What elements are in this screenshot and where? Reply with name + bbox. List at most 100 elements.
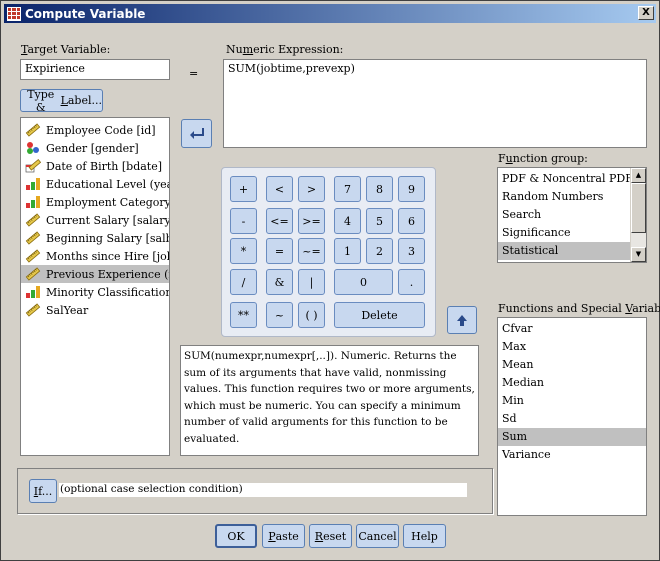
variable-label: SalYear (46, 303, 89, 317)
key-less-equal[interactable]: <= (266, 208, 293, 234)
variable-label: Employment Category [... (46, 195, 170, 209)
variable-item[interactable]: Educational Level (year... (21, 175, 169, 193)
key-two[interactable]: 2 (366, 238, 393, 264)
function-item[interactable]: Max (498, 338, 646, 356)
function-group-item[interactable]: String (498, 260, 630, 262)
ordinal-bar-icon (25, 285, 41, 299)
function-item[interactable]: Sd (498, 410, 646, 428)
scroll-down-arrow-icon[interactable]: ▼ (631, 247, 646, 262)
function-group-item[interactable]: Significance (498, 224, 630, 242)
title-bar: Compute Variable X (4, 4, 656, 23)
function-item[interactable]: Median (498, 374, 646, 392)
ruler-icon (25, 303, 41, 317)
paste-button[interactable]: Paste (262, 524, 305, 548)
ruler-icon (25, 213, 41, 227)
key-minus[interactable]: - (230, 208, 257, 234)
help-button[interactable]: Help (403, 524, 446, 548)
arrow-up-icon (457, 314, 467, 326)
function-group-label: Function group: (498, 152, 588, 165)
key-divide[interactable]: / (230, 269, 257, 295)
key-not-equal[interactable]: ~= (298, 238, 325, 264)
close-button[interactable]: X (638, 6, 654, 20)
scroll-up-arrow-icon[interactable]: ▲ (631, 168, 646, 183)
target-variable-input[interactable]: Expirience (20, 59, 170, 80)
date-ruler-icon (25, 159, 42, 173)
functions-label: Functions and Special Variables: (498, 302, 660, 315)
function-item[interactable]: Cfvar (498, 320, 646, 338)
key-less-than[interactable]: < (266, 176, 293, 202)
key-power[interactable]: ** (230, 302, 257, 328)
ordinal-bar-icon (25, 177, 41, 191)
key-three[interactable]: 3 (398, 238, 425, 264)
numeric-expression-label: Numeric Expression: (226, 43, 344, 56)
function-item[interactable]: Sum (498, 428, 646, 446)
function-item[interactable]: Min (498, 392, 646, 410)
type-and-label-button[interactable]: Type & Label... (20, 88, 103, 114)
key-greater-than[interactable]: > (298, 176, 325, 202)
ok-button[interactable]: OK (215, 524, 257, 548)
functions-list[interactable]: Cfvar Max Mean Median Min Sd Sum Variance (497, 317, 647, 516)
if-button[interactable]: If... (29, 479, 57, 503)
variable-item[interactable]: Beginning Salary [salbe... (21, 229, 169, 247)
variable-label: Months since Hire [jobti... (46, 249, 169, 263)
function-group-item[interactable]: PDF & Noncentral PDF (498, 170, 633, 188)
variable-label: Minority Classification [... (46, 285, 170, 299)
variable-item[interactable]: Minority Classification [... (21, 283, 169, 301)
ordinal-bar-icon (25, 195, 41, 209)
if-condition-text: (optional case selection condition) (59, 483, 467, 497)
function-group-item[interactable]: Statistical (498, 242, 630, 260)
reset-button[interactable]: Reset (309, 524, 352, 548)
function-item[interactable]: Mean (498, 356, 646, 374)
insert-function-button[interactable] (447, 306, 477, 334)
variable-item[interactable]: Employee Code [id] (21, 121, 169, 139)
key-six[interactable]: 6 (398, 208, 425, 234)
key-one[interactable]: 1 (334, 238, 361, 264)
variable-item[interactable]: Months since Hire [jobti... (21, 247, 169, 265)
variable-label: Educational Level (year... (46, 177, 169, 191)
function-group-scrollbar[interactable]: ▲ ▼ (630, 168, 646, 262)
key-delete[interactable]: Delete (334, 302, 425, 328)
compute-variable-dialog: Compute Variable X Target Variable: Expi… (0, 0, 660, 561)
function-group-list[interactable]: PDF & Noncentral PDF Random Numbers Search… (497, 167, 647, 263)
function-group-item[interactable]: Random Numbers (498, 188, 630, 206)
key-or[interactable]: | (298, 269, 325, 295)
key-plus[interactable]: + (230, 176, 257, 202)
variable-item[interactable]: Date of Birth [bdate] (21, 157, 169, 175)
key-seven[interactable]: 7 (334, 176, 361, 202)
numeric-expression-input[interactable]: SUM(jobtime,prevexp) (223, 59, 647, 148)
nominal-icon (25, 141, 41, 155)
key-and[interactable]: & (266, 269, 293, 295)
key-nine[interactable]: 9 (398, 176, 425, 202)
calculator-keypad: + < >7 8 9 - <= >= 4 5 6 * = ~= 1 2 3 /& | 0. ** ~( ) Delete (221, 167, 436, 337)
variable-item[interactable]: Gender [gender] (21, 139, 169, 157)
key-not[interactable]: ~ (266, 302, 293, 328)
target-variable-label: Target Variable: (21, 43, 111, 56)
variable-label: Previous Experience (m... (46, 267, 169, 281)
key-eight[interactable]: 8 (366, 176, 393, 202)
key-decimal[interactable]: . (398, 269, 425, 295)
variable-label: Date of Birth [bdate] (46, 159, 163, 173)
variable-item[interactable]: Previous Experience (m... (21, 265, 169, 283)
function-item[interactable]: Variance (498, 446, 646, 464)
variable-item[interactable]: Current Salary [salary] (21, 211, 169, 229)
key-equals[interactable]: = (266, 238, 293, 264)
cancel-button[interactable]: Cancel (356, 524, 399, 548)
variable-item[interactable]: Employment Category [... (21, 193, 169, 211)
key-zero[interactable]: 0 (334, 269, 393, 295)
key-multiply[interactable]: * (230, 238, 257, 264)
key-four[interactable]: 4 (334, 208, 361, 234)
curved-arrow-left-icon (189, 127, 204, 139)
key-greater-equal[interactable]: >= (298, 208, 325, 234)
function-group-item[interactable]: Search (498, 206, 630, 224)
scroll-thumb[interactable] (631, 183, 646, 233)
equals-sign: = (189, 67, 199, 80)
ruler-icon (25, 267, 41, 281)
variable-label: Beginning Salary [salbe... (46, 231, 169, 245)
key-parentheses[interactable]: ( ) (298, 302, 325, 328)
variable-item[interactable]: SalYear (21, 301, 169, 319)
variable-label: Current Salary [salary] (46, 213, 170, 227)
move-variable-button[interactable] (181, 119, 212, 148)
variable-list[interactable]: Employee Code [id] Gender [gender] Date of… (20, 117, 170, 456)
ruler-icon (25, 123, 41, 137)
key-five[interactable]: 5 (366, 208, 393, 234)
